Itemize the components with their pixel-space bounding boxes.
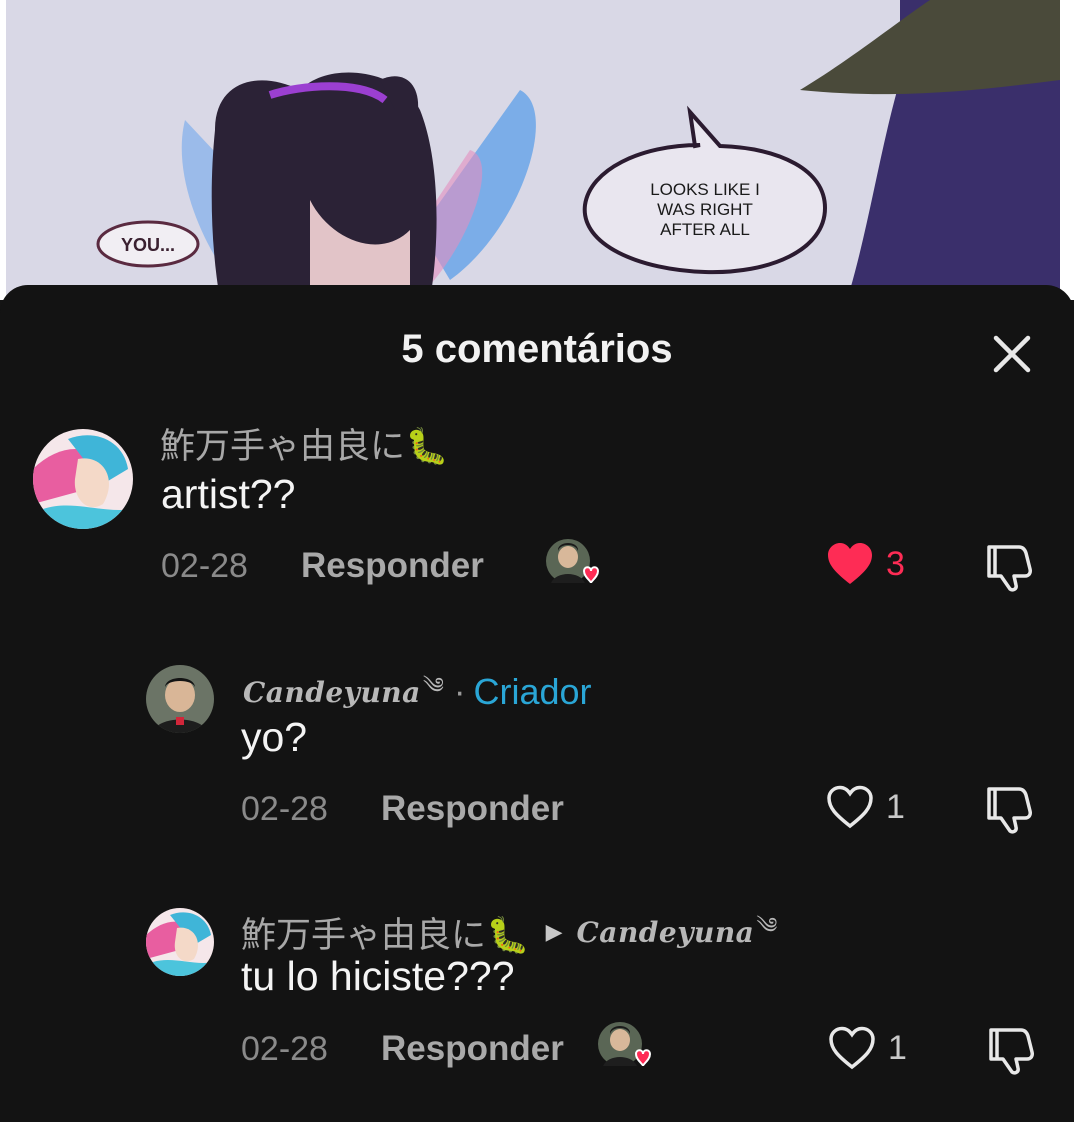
like-count: 1	[888, 1028, 907, 1067]
creator-badge: Criador	[473, 671, 592, 712]
swirl-icon: ༄	[422, 673, 444, 698]
separator-dot: ·	[453, 672, 466, 711]
comment-date: 02-28	[241, 1030, 328, 1068]
avatar[interactable]	[146, 908, 214, 976]
heart-outline-icon	[827, 785, 873, 829]
bubble-right-line-1: LOOKS LIKE I	[650, 180, 760, 199]
comment-text: tu lo hiciste???	[241, 953, 515, 999]
dislike-icon[interactable]	[985, 541, 1037, 593]
comic-background-image: YOU... LOOKS LIKE I WAS RIGHT AFTER ALL	[0, 0, 1074, 300]
swirl-icon: ༄	[756, 913, 778, 938]
comment-text: artist??	[161, 471, 296, 517]
reply-arrow-icon: ▶	[545, 919, 563, 944]
close-icon[interactable]	[988, 330, 1036, 378]
dislike-icon[interactable]	[987, 1024, 1039, 1076]
like-button[interactable]: 3	[826, 542, 905, 586]
reply-button[interactable]: Responder	[301, 546, 484, 586]
comment-author[interactable]: Candeyuna	[243, 676, 421, 709]
like-count: 3	[886, 544, 905, 583]
comments-sheet: 5 comentários 鮓万手ゃ由良に🐛 artist?? 02-28 Re…	[0, 285, 1074, 1122]
bubble-right-line-3: AFTER ALL	[660, 220, 750, 239]
creator-liked-avatar-icon	[546, 539, 600, 584]
heart-outline-icon	[829, 1026, 875, 1070]
comments-title: 5 comentários	[401, 327, 673, 371]
heart-filled-icon	[828, 543, 872, 584]
creator-liked-avatar-icon	[598, 1022, 652, 1067]
comment-date: 02-28	[161, 547, 248, 585]
comment-text: yo?	[241, 714, 308, 760]
reply-button[interactable]: Responder	[381, 1029, 564, 1069]
like-button[interactable]: 1	[826, 785, 905, 829]
avatar[interactable]	[146, 665, 214, 733]
bubble-right-line-2: WAS RIGHT	[657, 200, 753, 219]
avatar[interactable]	[33, 429, 133, 529]
dislike-icon[interactable]	[985, 783, 1037, 835]
comment-date: 02-28	[241, 790, 328, 828]
like-button[interactable]: 1	[828, 1026, 907, 1070]
bubble-left-text: YOU...	[121, 235, 175, 255]
reply-to-author[interactable]: Candeyuna	[577, 916, 755, 949]
like-count: 1	[886, 787, 905, 826]
comment-author[interactable]: 鮓万手ゃ由良に🐛	[160, 418, 449, 469]
reply-button[interactable]: Responder	[381, 789, 564, 829]
comment-author[interactable]: 鮓万手ゃ由良に🐛	[241, 907, 530, 958]
